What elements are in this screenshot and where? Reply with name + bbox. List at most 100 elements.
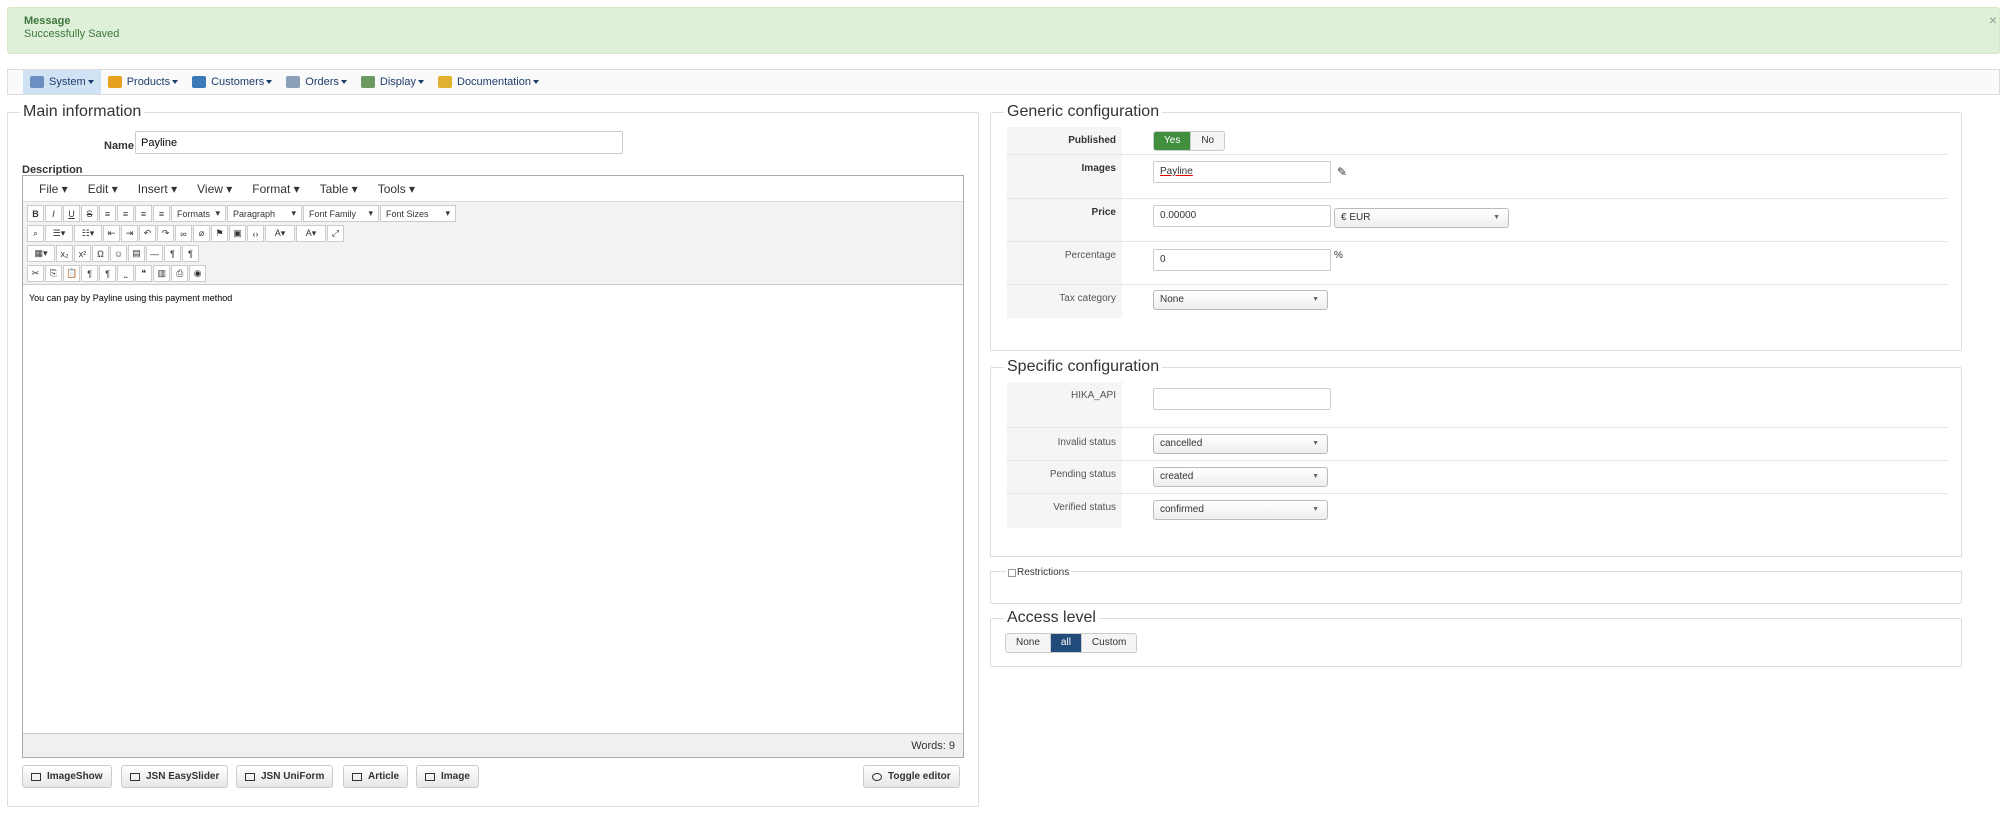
- underline-icon[interactable]: U: [63, 205, 80, 222]
- chevron-down-icon: ▼: [1493, 214, 1500, 221]
- no-option[interactable]: No: [1191, 132, 1225, 150]
- emoticon-icon[interactable]: ☺: [110, 245, 127, 262]
- table-icon[interactable]: ▦▾: [27, 245, 55, 262]
- menu-label: Display: [379, 76, 416, 88]
- menu-products[interactable]: Products: [101, 70, 185, 94]
- invalid-status-select[interactable]: cancelled ▼: [1153, 434, 1328, 454]
- font-sizes-dropdown[interactable]: Font Sizes ▾: [380, 205, 456, 222]
- generic-configuration-fieldset: Published Yes No Images Payline ✎ Price …: [990, 112, 1962, 351]
- outdent-icon[interactable]: ⇤: [103, 225, 120, 242]
- users-icon: [192, 76, 207, 88]
- price-input[interactable]: 0.00000: [1153, 205, 1331, 227]
- media-icon[interactable]: ▤: [128, 245, 145, 262]
- nonbreaking-icon[interactable]: ⎵: [117, 265, 135, 282]
- unlink-icon[interactable]: ⌀: [193, 225, 210, 242]
- close-icon[interactable]: ×: [1989, 12, 1997, 28]
- bullet-list-icon[interactable]: ☰▾: [45, 225, 73, 242]
- paragraph-dropdown[interactable]: Paragraph ▾: [227, 205, 302, 222]
- strikethrough-icon[interactable]: S: [81, 205, 98, 222]
- help-icon: [438, 76, 452, 88]
- access-none-option[interactable]: None: [1006, 634, 1051, 652]
- menu-label: System: [49, 76, 86, 88]
- verified-status-select[interactable]: confirmed ▼: [1153, 500, 1328, 520]
- redo-icon[interactable]: ↷: [157, 225, 174, 242]
- tax-category-select[interactable]: None ▼: [1153, 290, 1328, 310]
- images-input[interactable]: Payline: [1153, 161, 1331, 183]
- font-family-dropdown[interactable]: Font Family ▾: [303, 205, 379, 222]
- fullscreen-icon[interactable]: ⤢: [327, 225, 344, 242]
- align-right-icon[interactable]: ≡: [135, 205, 152, 222]
- numbered-list-icon[interactable]: ☷▾: [74, 225, 102, 242]
- success-message: Message Successfully Saved ×: [7, 7, 2000, 54]
- code-icon[interactable]: ‹›: [247, 225, 264, 242]
- background-color-icon[interactable]: A▾: [296, 225, 326, 242]
- ltr-icon[interactable]: ¶: [182, 245, 199, 262]
- paste-icon[interactable]: 📋: [63, 265, 81, 282]
- bookmark-icon[interactable]: ⚑: [211, 225, 228, 242]
- editor-menu-tools[interactable]: Tools ▾: [368, 182, 425, 196]
- image-button[interactable]: Image: [416, 765, 479, 788]
- editor-menu-edit[interactable]: Edit ▾: [78, 182, 128, 196]
- subscript-icon[interactable]: x₂: [56, 245, 73, 262]
- editor-content[interactable]: You can pay by Payline using this paymen…: [23, 285, 963, 722]
- image-icon[interactable]: ▣: [229, 225, 246, 242]
- visual-chars-icon[interactable]: ¶: [99, 265, 117, 282]
- hika-api-input[interactable]: [1153, 388, 1331, 410]
- cut-icon[interactable]: ✂: [27, 265, 44, 282]
- editor-menu-table[interactable]: Table ▾: [310, 182, 368, 196]
- superscript-icon[interactable]: x²: [74, 245, 91, 262]
- edit-pencil-icon[interactable]: ✎: [1337, 165, 1347, 179]
- bold-icon[interactable]: B: [27, 205, 44, 222]
- editor-menu-view[interactable]: View ▾: [187, 182, 242, 196]
- restrictions-legend: Restrictions: [1006, 567, 1072, 578]
- menu-system[interactable]: System: [23, 70, 101, 94]
- rtl-icon[interactable]: ¶: [164, 245, 181, 262]
- editor-menu-file[interactable]: File ▾: [29, 182, 78, 196]
- formats-dropdown[interactable]: Formats ▾: [171, 205, 226, 222]
- article-button[interactable]: Article: [343, 765, 409, 788]
- editor-menu-insert[interactable]: Insert ▾: [128, 182, 187, 196]
- name-input[interactable]: [135, 131, 623, 154]
- yes-option[interactable]: Yes: [1154, 132, 1192, 150]
- italic-icon[interactable]: I: [45, 205, 62, 222]
- align-justify-icon[interactable]: ≡: [153, 205, 170, 222]
- blockquote-icon[interactable]: ❝: [135, 265, 153, 282]
- preview-icon[interactable]: ◉: [189, 265, 207, 282]
- imageshow-button[interactable]: ImageShow: [22, 765, 112, 788]
- align-left-icon[interactable]: ≡: [99, 205, 116, 222]
- menu-display[interactable]: Display: [354, 70, 431, 94]
- indent-icon[interactable]: ⇥: [121, 225, 138, 242]
- align-center-icon[interactable]: ≡: [117, 205, 134, 222]
- access-all-option[interactable]: all: [1050, 634, 1082, 652]
- price-label: Price: [1007, 199, 1122, 241]
- special-char-icon[interactable]: Ω: [92, 245, 109, 262]
- message-title: Message: [24, 15, 71, 27]
- word-count: Words: 9: [23, 733, 963, 757]
- undo-icon[interactable]: ↶: [139, 225, 156, 242]
- restrictions-label: Restrictions: [1017, 567, 1070, 578]
- menu-orders[interactable]: Orders: [279, 70, 354, 94]
- restrictions-checkbox[interactable]: [1008, 568, 1016, 577]
- text-color-icon[interactable]: A▾: [265, 225, 295, 242]
- menu-documentation[interactable]: Documentation: [431, 70, 546, 94]
- template-icon[interactable]: ▥: [153, 265, 171, 282]
- horizontal-rule-icon[interactable]: —: [146, 245, 163, 262]
- print-icon[interactable]: ⎙: [171, 265, 189, 282]
- chevron-down-icon: ▼: [1312, 440, 1319, 447]
- caret-icon: [418, 80, 424, 84]
- access-custom-option[interactable]: Custom: [1081, 634, 1137, 652]
- button-label: JSN UniForm: [261, 771, 325, 782]
- currency-select[interactable]: € EUR ▼: [1334, 208, 1509, 228]
- wrench-icon: [30, 76, 44, 88]
- link-icon[interactable]: ∞: [175, 225, 192, 242]
- menu-customers[interactable]: Customers: [185, 70, 279, 94]
- find-icon[interactable]: ⌕: [27, 225, 44, 242]
- jsn-easyslider-button[interactable]: JSN EasySlider: [121, 765, 229, 788]
- pending-status-select[interactable]: created ▼: [1153, 467, 1328, 487]
- editor-menu-format[interactable]: Format ▾: [242, 182, 309, 196]
- toggle-editor-button[interactable]: Toggle editor: [863, 765, 960, 788]
- jsn-uniform-button[interactable]: JSN UniForm: [236, 765, 334, 788]
- percentage-input[interactable]: 0: [1153, 249, 1331, 271]
- show-blocks-icon[interactable]: ¶: [81, 265, 99, 282]
- copy-icon[interactable]: ⎘: [45, 265, 62, 282]
